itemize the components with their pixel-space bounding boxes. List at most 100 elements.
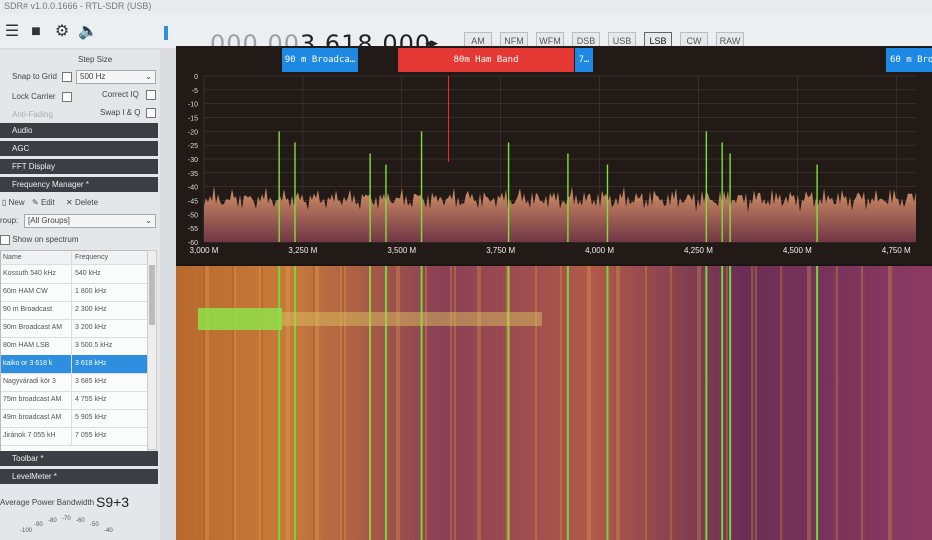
volume-slider[interactable] <box>164 26 168 40</box>
y-tick-label: -10 <box>188 102 198 109</box>
table-row[interactable]: 90 m Broadcast 2 300 kHz <box>1 301 147 320</box>
step-size-select[interactable]: 500 Hz ⌄ <box>76 70 156 84</box>
table-row[interactable]: Kossuth 540 kHz 540 kHz <box>1 265 147 284</box>
swap-iq-checkbox[interactable] <box>146 106 156 120</box>
lock-carrier-label: Lock Carrier <box>12 92 56 101</box>
stop-icon[interactable]: ■ <box>26 22 46 42</box>
scale-label: -90 <box>34 522 43 528</box>
x-tick-label: 4,250 M <box>684 246 713 255</box>
row-name: Kossuth 540 kHz <box>3 270 56 277</box>
bookmark-tag-80m-ham[interactable]: 80m Ham Band <box>398 48 574 72</box>
x-tick-label: 4,750 M <box>882 246 911 255</box>
bookmark-label: 7… <box>578 55 590 65</box>
delete-icon: ✕ <box>66 198 75 207</box>
y-tick-label: -45 <box>188 199 198 206</box>
frequency-manager-table: Name Frequency Kossuth 540 kHz 540 kHz 60… <box>0 250 148 452</box>
waterfall-burst <box>198 308 282 330</box>
row-name: 60m HAM CW <box>3 288 48 295</box>
table-row[interactable]: 60m HAM CW 1 800 kHz <box>1 283 147 302</box>
row-name: 90m Broadcast AM <box>3 324 63 331</box>
y-tick-label: -5 <box>192 88 198 95</box>
step-size-value: 500 Hz <box>80 72 106 81</box>
row-frequency: 3 685 kHz <box>71 373 107 391</box>
edit-label: Edit <box>40 198 55 207</box>
snap-to-grid-checkbox[interactable] <box>62 70 72 84</box>
signal-strength-value: S9+3 <box>96 494 130 510</box>
table-row[interactable]: 75m broadcast AM 4 755 kHz <box>1 391 147 410</box>
row-name: 90 m Broadcast <box>3 306 53 313</box>
group-value: [All Groups] <box>28 216 70 225</box>
edit-bookmark-button[interactable]: ✎ Edit <box>32 196 55 210</box>
new-bookmark-button[interactable]: ▯ New <box>2 196 25 210</box>
row-frequency: 2 300 kHz <box>71 301 107 319</box>
frequency-manager-section-header[interactable]: Frequency Manager * <box>0 177 158 192</box>
fft-display-section-header[interactable]: FFT Display <box>0 159 158 174</box>
table-row[interactable]: 80m HAM LSB 3 500.5 kHz <box>1 337 147 356</box>
table-scrollbar[interactable] <box>147 250 157 450</box>
row-name: Jiránok 7 055 kH <box>3 432 56 439</box>
spectrum-waterfall-area[interactable]: 0 -5 -10 -15 -20 -25 -30 -35 -40 -45 -50 -55 -60 3,0… <box>176 46 932 540</box>
hamburger-menu-icon[interactable]: ☰ <box>2 22 22 42</box>
y-tick-label: 0 <box>194 74 198 81</box>
table-row[interactable]: Nagyváradi kör 3 3 685 kHz <box>1 373 147 392</box>
chevron-down-icon: ⌄ <box>145 72 152 81</box>
row-frequency: 1 800 kHz <box>71 283 107 301</box>
y-tick-label: -55 <box>188 226 198 233</box>
scrollbar-thumb[interactable] <box>149 265 155 325</box>
table-row[interactable]: 90m Broadcast AM 3 200 kHz <box>1 319 147 338</box>
y-tick-label: -25 <box>188 143 198 150</box>
y-tick-label: -15 <box>188 116 198 123</box>
table-row[interactable]: 49m broadcast AM 5 905 kHz <box>1 409 147 428</box>
row-frequency: 4 755 kHz <box>71 391 107 409</box>
levelmeter-label: Average Power Bandwidth <box>0 498 95 507</box>
correct-iq-label: Correct IQ <box>102 90 139 99</box>
lock-carrier-checkbox[interactable] <box>62 90 72 104</box>
audio-section-header[interactable]: Audio <box>0 123 158 138</box>
x-tick-label: 3,500 M <box>387 246 416 255</box>
delete-label: Delete <box>74 198 99 207</box>
group-select[interactable]: [All Groups] ⌄ <box>24 214 156 228</box>
correct-iq-checkbox[interactable] <box>146 88 156 102</box>
x-tick-label: 4,500 M <box>783 246 812 255</box>
row-frequency: 3 200 kHz <box>71 319 107 337</box>
row-frequency: 5 905 kHz <box>71 409 107 427</box>
gear-icon[interactable]: ⚙ <box>52 22 72 42</box>
y-tick-label: -35 <box>188 171 198 178</box>
bookmark-tag-60m[interactable]: 60 m Bro… <box>886 48 932 72</box>
row-frequency: 3 618 kHz <box>71 355 107 373</box>
row-name: 49m broadcast AM <box>3 414 62 421</box>
column-header-frequency[interactable]: Frequency <box>71 251 108 264</box>
anti-fading-label: Anti-Fading <box>12 110 53 119</box>
snap-to-grid-label: Snap to Grid <box>12 72 57 81</box>
table-header: Name Frequency <box>1 251 147 265</box>
table-row[interactable]: Jiránok 7 055 kH 7 055 kHz <box>1 427 147 446</box>
window-title: SDR# v1.0.0.1666 - RTL-SDR (USB) <box>0 0 932 14</box>
agc-section-header[interactable]: AGC <box>0 141 158 156</box>
column-header-name[interactable]: Name <box>3 251 67 264</box>
toolbar-section-header[interactable]: Toolbar * <box>0 451 158 466</box>
bookmark-label: 60 m Bro… <box>890 55 932 65</box>
row-frequency: 7 055 kHz <box>71 427 107 445</box>
scale-label: -50 <box>90 522 99 528</box>
x-tick-label: 3,000 M <box>190 246 219 255</box>
speaker-icon[interactable]: 🔈 <box>78 22 98 42</box>
scale-label: -70 <box>62 516 71 522</box>
edit-icon: ✎ <box>32 198 41 207</box>
swap-iq-label: Swap I & Q <box>100 108 141 117</box>
delete-bookmark-button[interactable]: ✕ Delete <box>66 196 98 210</box>
row-name: 80m HAM LSB <box>3 342 50 349</box>
top-toolbar: ☰ ■ ⚙ 🔈 000.003.618.000 ◂▸ AM NFM WFM DS… <box>0 14 932 58</box>
step-size-label: Step Size <box>78 55 113 64</box>
bookmark-label: 80m Ham Band <box>453 55 519 65</box>
x-tick-label: 3,250 M <box>288 246 317 255</box>
row-frequency: 540 kHz <box>71 265 101 283</box>
scale-label: -60 <box>76 518 85 524</box>
bookmark-tag-90m[interactable]: 90 m Broadca… <box>282 48 358 72</box>
x-tick-label: 4,000 M <box>585 246 614 255</box>
bookmark-tag-7[interactable]: 7… <box>575 48 593 72</box>
table-row-selected[interactable]: kaiko or 3 618 k 3 618 kHz <box>1 355 147 374</box>
new-icon: ▯ <box>2 198 9 207</box>
show-on-spectrum-checkbox[interactable]: Show on spectrum <box>0 233 79 247</box>
levelmeter-section-header[interactable]: LevelMeter * <box>0 469 158 484</box>
row-frequency: 3 500.5 kHz <box>71 337 112 355</box>
